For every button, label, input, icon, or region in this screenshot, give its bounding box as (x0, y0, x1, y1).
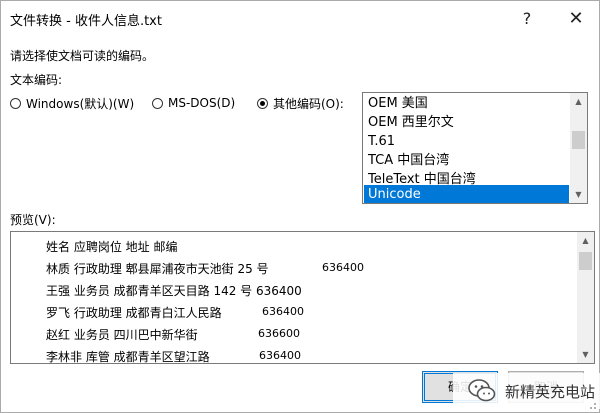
encoding-scrollbar[interactable]: ▲ ▼ (570, 93, 587, 203)
help-button[interactable]: ? (508, 5, 546, 33)
preview-label: 预览(V): (10, 213, 56, 227)
scroll-down-arrow-icon[interactable]: ▼ (570, 186, 587, 203)
scroll-thumb[interactable] (572, 131, 585, 149)
encoding-option[interactable]: T.61 (364, 132, 569, 151)
preview-line: 姓名 应聘岗位 地址 邮编 (46, 240, 178, 254)
file-conversion-dialog: 文件转换 - 收件人信息.txt ? ✕ 请选择使文档可读的编码。 文本编码: … (0, 0, 600, 413)
radio-selected-icon (257, 97, 268, 109)
text-encoding-label: 文本编码: (10, 73, 63, 87)
radio-label: MS-DOS(D) (168, 96, 236, 110)
preview-postcode: 636600 (258, 327, 300, 340)
other-encoding-radio[interactable]: 其他编码(O): (257, 94, 344, 112)
watermark-text: 新精英充电站 (505, 382, 596, 401)
encoding-option[interactable]: OEM 美国 (364, 94, 569, 113)
wechat-logo-icon (468, 379, 496, 402)
encoding-listbox[interactable]: OEM 美国 OEM 西里尔文 T.61 TCA 中国台湾 TeleText 中… (362, 92, 588, 204)
encoding-option[interactable]: OEM 西里尔文 (364, 113, 569, 132)
radio-circle-icon (10, 97, 21, 109)
preview-line: 林质 行政助理 郫县犀浦夜市天池街 25 号 (46, 262, 269, 276)
radio-label: Windows(默认)(W) (26, 96, 135, 111)
preview-postcode: 636400 (322, 261, 364, 274)
radio-label: 其他编码(O): (273, 96, 344, 111)
instruction-text: 请选择使文档可读的编码。 (10, 49, 155, 63)
preview-line: 罗飞 行政助理 成都青白江人民路 (46, 306, 222, 320)
preview-line: 王强 业务员 成都青羊区天目路 142 号 636400 (46, 284, 302, 298)
preview-pane[interactable]: 姓名 应聘岗位 地址 邮编 林质 行政助理 郫县犀浦夜市天池街 25 号 636… (10, 231, 595, 364)
preview-line: 赵红 业务员 四川巴中新华街 (46, 328, 198, 342)
radio-circle-icon (152, 97, 163, 109)
windows-default-radio[interactable]: Windows(默认)(W) (10, 94, 134, 112)
scroll-up-arrow-icon[interactable]: ▲ (577, 232, 594, 249)
preview-postcode: 636400 (262, 305, 304, 318)
title-bar[interactable]: 文件转换 - 收件人信息.txt ? ✕ (1, 1, 599, 35)
encoding-option[interactable]: TCA 中国台湾 (364, 151, 569, 170)
preview-scrollbar[interactable]: ▲ ▼ (577, 232, 594, 363)
scroll-up-arrow-icon[interactable]: ▲ (570, 93, 587, 110)
resize-grip-icon[interactable] (587, 400, 597, 410)
close-button[interactable]: ✕ (557, 5, 595, 33)
watermark: 新精英充电站 (453, 373, 600, 409)
preview-postcode: 636400 (259, 349, 301, 362)
scroll-thumb[interactable] (579, 252, 592, 270)
window-title: 文件转换 - 收件人信息.txt (10, 14, 162, 29)
ms-dos-radio[interactable]: MS-DOS(D) (152, 94, 235, 112)
preview-line: 李林非 库管 成都青羊区望江路 (46, 350, 210, 364)
encoding-option-selected[interactable]: Unicode (364, 185, 569, 203)
scroll-down-arrow-icon[interactable]: ▼ (577, 346, 594, 363)
